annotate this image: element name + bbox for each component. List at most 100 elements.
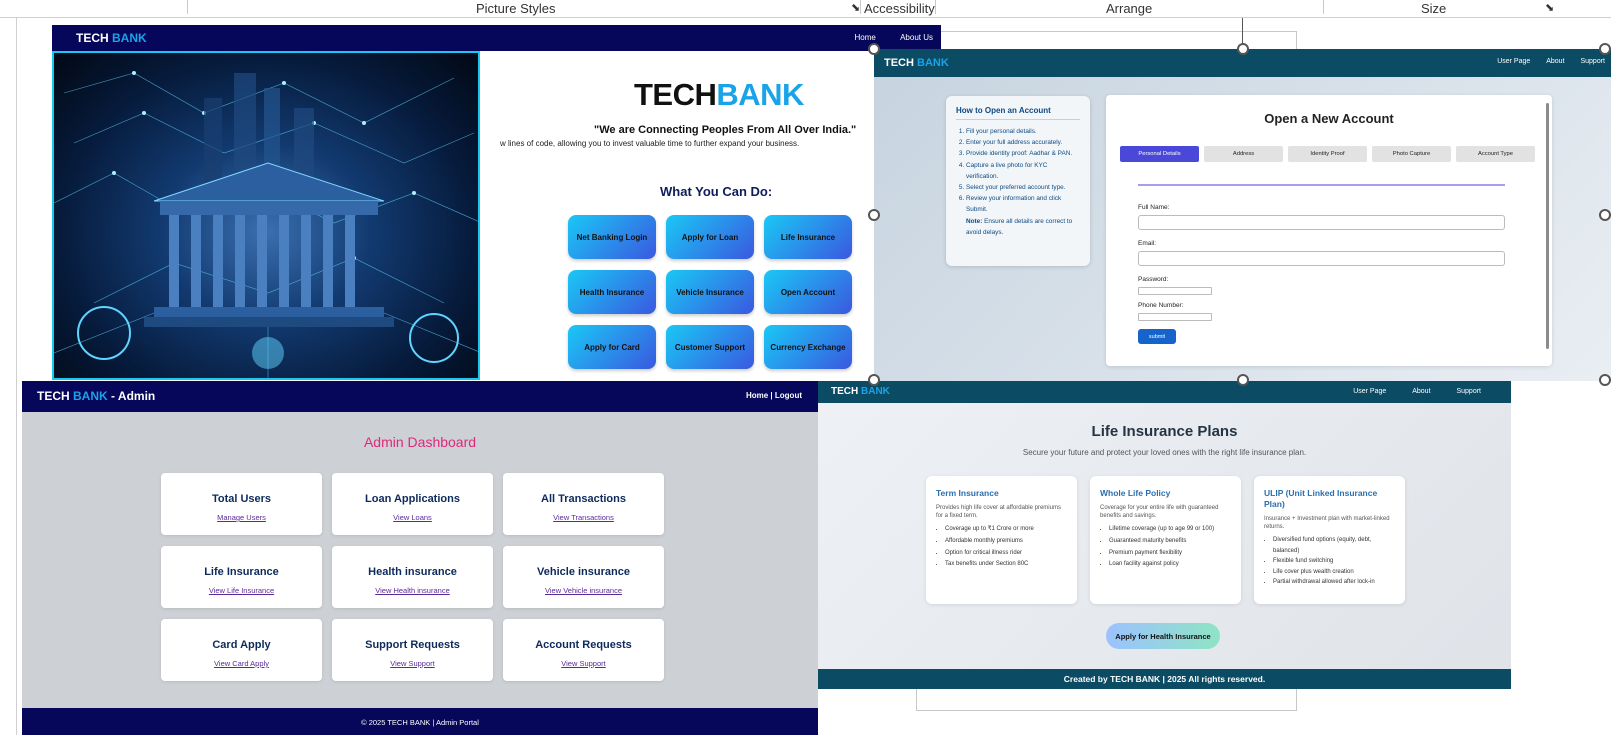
home-navbar: TECH BANK Home About Us <box>52 25 941 51</box>
plans-row: Term Insurance Provides high life cover … <box>926 476 1418 604</box>
submit-button[interactable]: submit <box>1138 329 1176 344</box>
rotate-handle-stem <box>1242 18 1243 44</box>
ribbon-group-accessibility[interactable]: Accessibility <box>864 1 935 16</box>
plan-card-ulip: ULIP (Unit Linked Insurance Plan) Insura… <box>1254 476 1405 604</box>
tab-account-type[interactable]: Account Type <box>1456 146 1535 162</box>
service-apply-for-loan-button[interactable]: Apply for Loan <box>666 215 754 259</box>
plan-card-whole-life-policy: Whole Life Policy Coverage for your enti… <box>1090 476 1241 604</box>
plan-feature: Premium payment flexibility <box>1109 548 1231 560</box>
nav-link-support[interactable]: Support <box>1456 388 1481 395</box>
service-apply-for-card-button[interactable]: Apply for Card <box>568 325 656 369</box>
form-scrollbar[interactable] <box>1546 103 1549 349</box>
page-margin-line <box>16 18 17 735</box>
service-life-insurance-button[interactable]: Life Insurance <box>764 215 852 259</box>
tab-address[interactable]: Address <box>1204 146 1283 162</box>
admin-card-link[interactable]: View Life Insurance <box>161 586 322 595</box>
admin-card-link[interactable]: View Health insurance <box>332 586 493 595</box>
resize-handle[interactable] <box>1599 209 1611 221</box>
life-insurance-page-screenshot[interactable]: TECH BANK User Page About Support Life I… <box>818 381 1511 689</box>
service-net-banking-login-button[interactable]: Net Banking Login <box>568 215 656 259</box>
admin-dashboard-screenshot[interactable]: TECH BANK - Admin Home | Logout Admin Da… <box>22 381 818 735</box>
ribbon-separator <box>860 0 861 14</box>
techbank-logo: TECHBANK <box>634 77 804 112</box>
services-heading: What You Can Do: <box>660 184 773 199</box>
howto-step: Review your information and click Submit… <box>966 193 1080 215</box>
service-open-account-button[interactable]: Open Account <box>764 270 852 314</box>
resize-handle[interactable] <box>1599 43 1611 55</box>
brand-logo[interactable]: TECH BANK <box>76 31 147 45</box>
admin-card-all-transactions: All Transactions View Transactions <box>503 473 664 535</box>
life-navbar: TECH BANK User Page About Support <box>818 381 1511 403</box>
resize-handle[interactable] <box>868 209 880 221</box>
service-currency-exchange-button[interactable]: Currency Exchange <box>764 325 852 369</box>
nav-link-about[interactable]: About <box>1546 58 1564 65</box>
plan-description: Coverage for your entire life with guara… <box>1100 505 1219 519</box>
howto-step: Provide identity proof: Aadhar & PAN. <box>966 148 1080 159</box>
plan-feature: Affordable monthly premiums <box>945 536 1067 548</box>
password-input[interactable] <box>1138 287 1212 295</box>
plan-feature: Partial withdrawal allowed after lock-in <box>1273 577 1395 588</box>
brand-logo[interactable]: TECH BANK <box>884 57 949 69</box>
howto-step: Select your preferred account type. <box>966 182 1080 193</box>
home-page-screenshot[interactable]: TECH BANK Home About Us TECHBANK "We are… <box>52 25 941 380</box>
admin-card-link[interactable]: View Support <box>332 659 493 668</box>
admin-card-link[interactable]: View Support <box>503 659 664 668</box>
resize-handle[interactable] <box>868 374 880 386</box>
nav-link-about[interactable]: About <box>1412 388 1430 395</box>
phone-input[interactable] <box>1138 313 1212 321</box>
nav-link-user-page[interactable]: User Page <box>1353 388 1386 395</box>
tab-personal-details[interactable]: Personal Details <box>1120 146 1199 162</box>
resize-handle[interactable] <box>1599 374 1611 386</box>
howto-step: Enter your full address accurately. <box>966 137 1080 148</box>
admin-card-link[interactable]: View Vehicle insurance <box>503 586 664 595</box>
email-input[interactable] <box>1138 251 1505 266</box>
admin-card-vehicle-insurance: Vehicle insurance View Vehicle insurance <box>503 546 664 608</box>
services-grid: Net Banking Login Apply for Loan Life In… <box>568 215 852 369</box>
admin-card-link[interactable]: View Transactions <box>503 513 664 522</box>
admin-card-link[interactable]: View Loans <box>332 513 493 522</box>
brand-logo[interactable]: TECH BANK <box>831 386 890 397</box>
ribbon-separator <box>935 0 936 14</box>
service-health-insurance-button[interactable]: Health Insurance <box>568 270 656 314</box>
marquee-text: w lines of code, allowing you to invest … <box>500 139 800 148</box>
password-label: Password: <box>1138 276 1169 283</box>
admin-brand-logo[interactable]: TECH BANK - Admin <box>37 389 155 403</box>
resize-handle[interactable] <box>1237 374 1249 386</box>
nav-link-user-page[interactable]: User Page <box>1497 58 1530 65</box>
dialog-launcher-icon[interactable]: ⬊ <box>851 1 860 14</box>
plan-feature: Lifetime coverage (up to age 99 or 100) <box>1109 524 1231 536</box>
nav-link-about-us[interactable]: About Us <box>900 33 933 42</box>
plan-name: ULIP (Unit Linked Insurance Plan) <box>1264 488 1378 509</box>
howto-step: Fill your personal details. <box>966 126 1080 137</box>
nav-link-support[interactable]: Support <box>1580 58 1605 65</box>
admin-card-link[interactable]: View Card Apply <box>161 659 322 668</box>
admin-card-account-requests: Account Requests View Support <box>503 619 664 681</box>
admin-card-loan-applications: Loan Applications View Loans <box>332 473 493 535</box>
dialog-launcher-icon[interactable]: ⬊ <box>1545 1 1554 14</box>
service-vehicle-insurance-button[interactable]: Vehicle Insurance <box>666 270 754 314</box>
howto-title: How to Open an Account <box>956 106 1080 120</box>
resize-handle[interactable] <box>868 43 880 55</box>
ribbon-group-picture-styles[interactable]: Picture Styles <box>476 1 555 16</box>
tab-photo-capture[interactable]: Photo Capture <box>1372 146 1451 162</box>
resize-handle[interactable] <box>1237 43 1249 55</box>
admin-nav-links[interactable]: Home | Logout <box>746 391 802 400</box>
admin-card-link[interactable]: Manage Users <box>161 513 322 522</box>
form-progress-line <box>1138 184 1505 186</box>
full-name-label: Full Name: <box>1138 204 1170 211</box>
ribbon-group-size[interactable]: Size <box>1421 1 1446 16</box>
service-customer-support-button[interactable]: Customer Support <box>666 325 754 369</box>
plan-feature: Loan facility against policy <box>1109 559 1231 571</box>
plan-feature: Tax benefits under Section 80C <box>945 559 1067 571</box>
nav-link-home[interactable]: Home <box>855 33 876 42</box>
admin-card-support-requests: Support Requests View Support <box>332 619 493 681</box>
full-name-input[interactable] <box>1138 215 1505 230</box>
ribbon-group-arrange[interactable]: Arrange <box>1106 1 1152 16</box>
open-account-page-screenshot[interactable]: TECH BANK User Page About Support How to… <box>874 49 1611 381</box>
bank-building-illustration <box>54 71 478 378</box>
plan-feature: Option for critical illness rider <box>945 548 1067 560</box>
tab-identity-proof[interactable]: Identity Proof <box>1288 146 1367 162</box>
admin-card-card-apply: Card Apply View Card Apply <box>161 619 322 681</box>
apply-health-insurance-button[interactable]: Apply for Health Insurance <box>1106 623 1220 649</box>
plan-card-term-insurance: Term Insurance Provides high life cover … <box>926 476 1077 604</box>
